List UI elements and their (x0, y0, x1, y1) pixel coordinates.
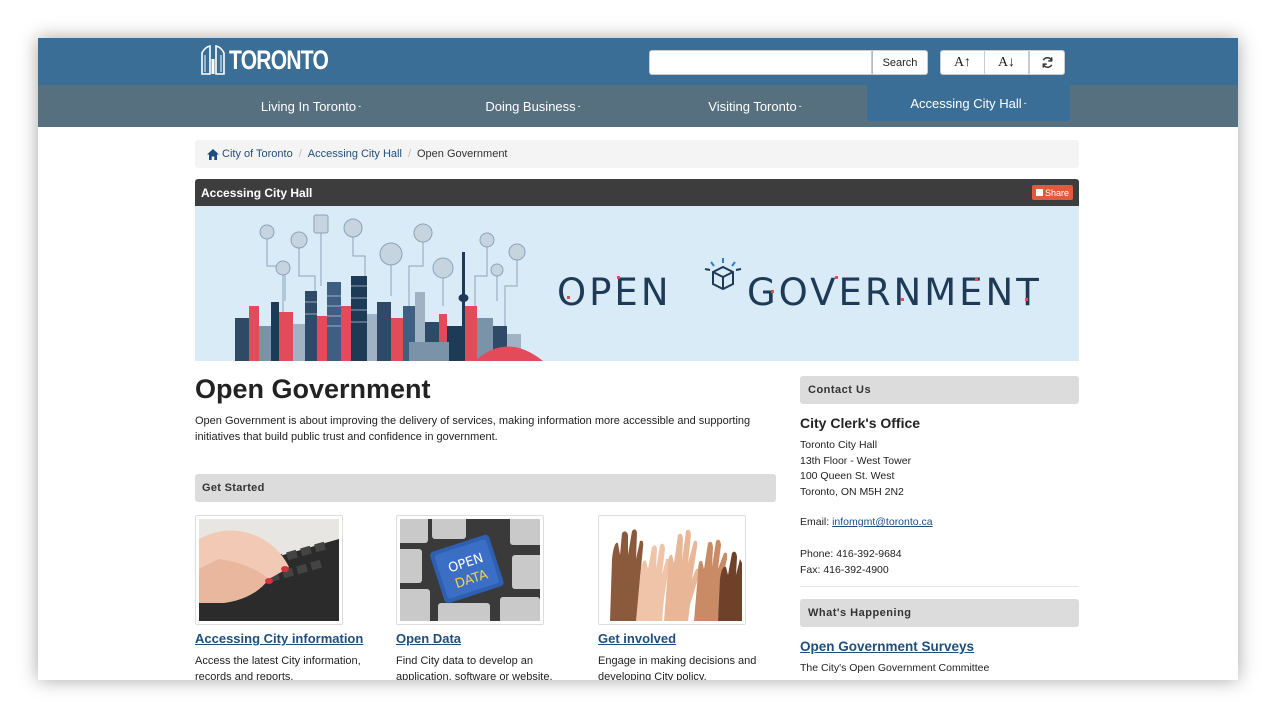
get-started-heading: Get Started (195, 474, 776, 502)
card-open-data: OPEN DATA Open Data Find City data to de… (396, 515, 576, 680)
breadcrumb-accessing-city-hall[interactable]: Accessing City Hall (308, 148, 402, 160)
nav-accessing-label: Accessing City Hall (910, 95, 1022, 111)
main-navigation: Living In Toronto - Doing Business - Visit… (38, 85, 1238, 127)
card-image-frame[interactable]: OPEN DATA (396, 515, 544, 625)
whats-happening-label: What's Happening (808, 607, 912, 619)
surveys-description: The City's Open Government Committee (800, 662, 990, 674)
increase-font-button[interactable]: A↑ (940, 50, 985, 75)
refresh-button[interactable] (1029, 50, 1065, 75)
card-link-open-data[interactable]: Open Data (396, 631, 576, 646)
email-label: Email: (800, 516, 833, 528)
card-link-get-involved[interactable]: Get involved (598, 631, 778, 646)
breadcrumb-current: Open Government (417, 148, 508, 160)
open-government-surveys-link[interactable]: Open Government Surveys (800, 639, 974, 654)
card-image-frame[interactable] (195, 515, 343, 625)
search-button[interactable]: Search (872, 50, 928, 75)
breadcrumb-separator: / (407, 148, 411, 160)
toronto-logo[interactable]: TORONTO (200, 44, 356, 76)
chevron-down-icon: - (358, 101, 362, 111)
address-line: 100 Queen St. West (800, 470, 895, 482)
keyboard-typing-image (199, 519, 339, 621)
card-description: Find City data to develop an application… (396, 655, 553, 680)
address-line: 13th Floor - West Tower (800, 454, 912, 467)
get-started-label: Get Started (202, 482, 265, 494)
email-link[interactable]: infomgmt@toronto.ca (832, 516, 933, 528)
sidebar-divider (800, 586, 1079, 587)
intro-paragraph: Open Government is about improving the d… (195, 415, 751, 443)
chevron-down-icon: - (798, 101, 802, 111)
section-title: Accessing City Hall (201, 185, 313, 200)
card-accessing-city-information: Accessing City information Access the la… (195, 515, 375, 680)
city-hall-logo-icon (201, 45, 225, 75)
nav-visiting-toronto[interactable]: Visiting Toronto - (644, 85, 866, 127)
breadcrumb-city-of-toronto[interactable]: City of Toronto (222, 148, 293, 160)
contact-us-label: Contact Us (808, 384, 872, 396)
section-header: Accessing City Hall Share (195, 179, 1079, 206)
banner-title-open: OPEN (557, 271, 672, 314)
page-title: Open Government (195, 374, 431, 404)
banner-title-government: GOVERNMENT (747, 271, 1042, 314)
share-button[interactable]: Share (1031, 185, 1073, 200)
cube-icon (704, 258, 742, 291)
contact-us-heading: Contact Us (800, 376, 1079, 404)
breadcrumb-separator: / (298, 148, 302, 160)
breadcrumb: City of Toronto / Accessing City Hall / … (195, 140, 1079, 168)
contact-email: Email: infomgmt@toronto.ca (800, 516, 933, 528)
open-government-banner: OPEN GOVERNMENT (195, 206, 1079, 361)
logo-wordmark: TORONTO (229, 44, 329, 75)
increase-font-label: A↑ (953, 54, 972, 70)
nav-living-in-toronto[interactable]: Living In Toronto - (200, 85, 422, 127)
nav-visiting-label: Visiting Toronto (708, 98, 797, 114)
home-icon (207, 148, 219, 160)
whats-happening-heading: What's Happening (800, 599, 1079, 627)
site-header: TORONTO Search A↑ A↓ (38, 38, 1238, 85)
decrease-font-button[interactable]: A↓ (984, 50, 1029, 75)
nav-doing-business[interactable]: Doing Business - (422, 85, 644, 127)
card-image-frame[interactable] (598, 515, 746, 625)
chevron-down-icon: - (1023, 98, 1027, 108)
refresh-icon (1042, 57, 1052, 68)
open-data-key-image: OPEN DATA (400, 519, 540, 621)
address-line: Toronto City Hall (800, 439, 878, 451)
card-get-involved: Get involved Engage in making decisions … (598, 515, 778, 680)
nav-accessing-city-hall[interactable]: Accessing City Hall - (867, 85, 1070, 121)
share-label: Share (1044, 187, 1069, 198)
address-line: Toronto, ON M5H 2N2 (800, 485, 904, 498)
browser-page: TORONTO Search A↑ A↓ Living In Toronto - … (38, 38, 1238, 680)
raised-hands-image (602, 519, 742, 621)
fax-number: Fax: 416-392-4900 (800, 563, 889, 576)
card-description: Access the latest City information, reco… (195, 655, 361, 680)
chevron-down-icon: - (577, 101, 581, 111)
card-link-accessing-city-information[interactable]: Accessing City information (195, 631, 375, 646)
contact-phone: Phone: 416-392-9684 Fax: 416-392-4900 (800, 547, 902, 578)
office-name: City Clerk's Office (800, 415, 921, 431)
decrease-font-label: A↓ (997, 54, 1016, 70)
nav-business-label: Doing Business (485, 98, 576, 114)
phone-number: Phone: 416-392-9684 (800, 548, 902, 560)
city-skyline-illustration: OPEN GOVERNMENT (235, 214, 1042, 361)
share-icon (1035, 189, 1043, 196)
search-input[interactable] (649, 50, 872, 75)
office-address: Toronto City Hall 13th Floor - West Towe… (800, 438, 911, 500)
nav-living-label: Living In Toronto (260, 98, 357, 114)
card-description: Engage in making decisions and developin… (598, 655, 757, 680)
